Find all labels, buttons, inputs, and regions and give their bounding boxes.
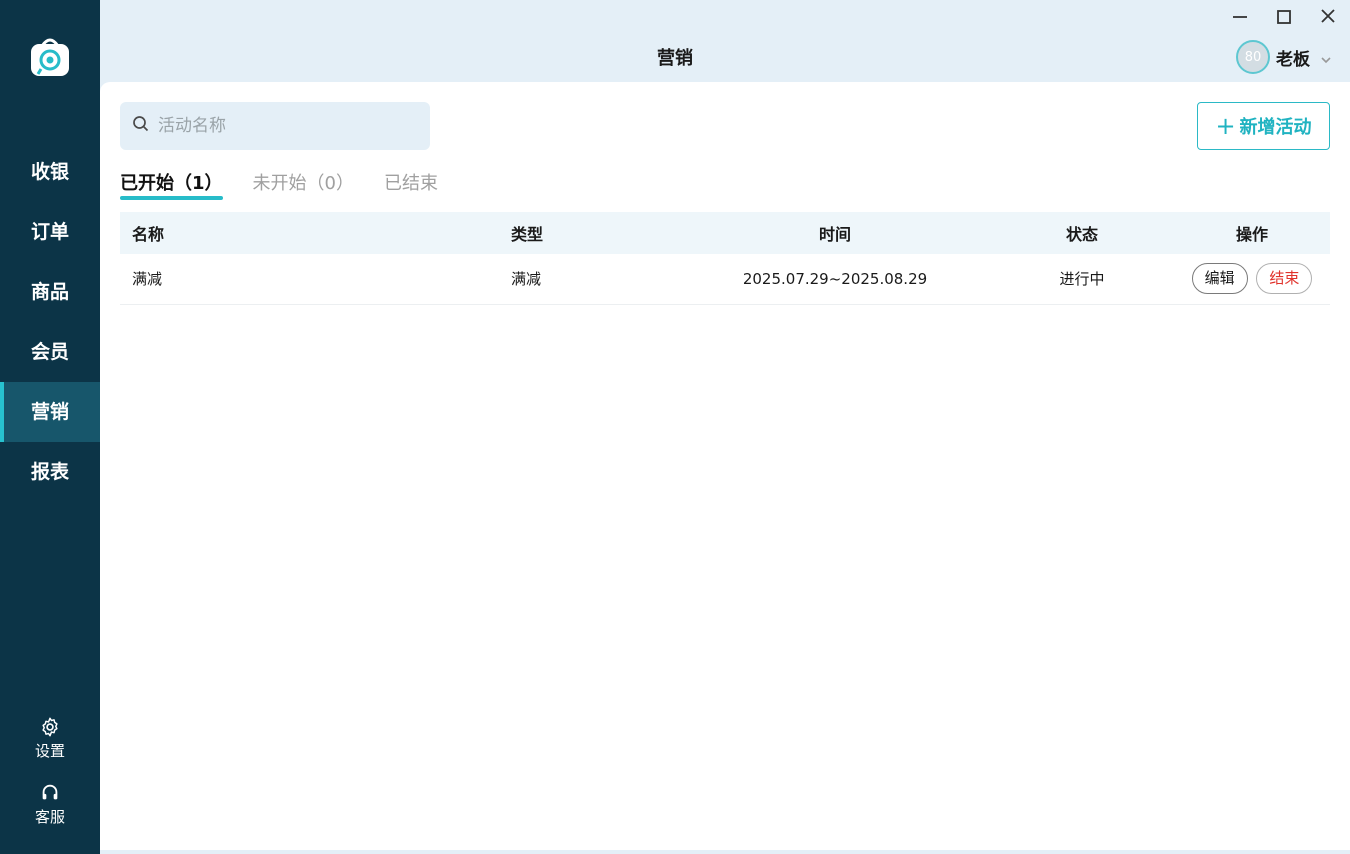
close-window-icon[interactable]: [1316, 6, 1340, 28]
settings-label: 设置: [34, 742, 65, 760]
cell-time: 2025.07.29~2025.08.29: [680, 254, 990, 305]
main-panel: + 新增活动 已开始（1） 未开始（0） 已结束 名称 类型 时间 状态 操作 …: [100, 82, 1350, 850]
app-logo-icon: [29, 36, 71, 78]
cell-name: 满减: [120, 254, 500, 305]
tab-started[interactable]: 已开始（1）: [120, 172, 223, 200]
edit-button[interactable]: 编辑: [1191, 263, 1248, 295]
avatar: 80: [1236, 40, 1270, 74]
column-header-type: 类型: [511, 225, 544, 244]
search-icon: [132, 115, 150, 137]
sidebar-item-cashier[interactable]: 收银: [0, 142, 100, 202]
app-window: 收银 订单 商品 会员 营销 报表 设置 客服 营销 80 老板 活动名称 + …: [0, 0, 1350, 854]
search-box[interactable]: [120, 102, 430, 150]
sidebar-item-members[interactable]: 会员: [0, 322, 100, 382]
sidebar-customer-service[interactable]: 客服: [0, 782, 100, 827]
title-bar: 营销 80 老板: [100, 0, 1350, 82]
headset-icon: [0, 782, 100, 804]
tab-ended[interactable]: 已结束: [384, 172, 438, 200]
sidebar-item-orders[interactable]: 订单: [0, 202, 100, 262]
sidebar: 收银 订单 商品 会员 营销 报表 设置 客服: [0, 0, 100, 854]
sidebar-settings[interactable]: 设置: [0, 716, 100, 761]
service-label: 客服: [34, 808, 65, 826]
table-header-row: 名称 类型 时间 状态 操作: [120, 212, 1330, 254]
gear-icon: [0, 716, 100, 738]
search-input[interactable]: [158, 116, 418, 136]
cell-actions: 编辑 结束: [1174, 254, 1330, 305]
tab-not-started[interactable]: 未开始（0）: [253, 172, 354, 200]
activity-table: 名称 类型 时间 状态 操作 满减 满减 2025.07.29~2025.08.…: [120, 212, 1330, 305]
maximize-window-icon[interactable]: [1272, 6, 1296, 28]
user-menu[interactable]: 80 老板: [1236, 40, 1332, 74]
column-header-name: 名称: [132, 225, 165, 244]
chevron-down-icon: [1320, 51, 1332, 64]
cell-status: 进行中: [990, 254, 1174, 305]
plus-icon: +: [1215, 112, 1236, 140]
page-title: 营销: [657, 48, 693, 69]
sidebar-nav: 收银 订单 商品 会员 营销 报表: [0, 142, 100, 502]
status-tabs: 已开始（1） 未开始（0） 已结束: [120, 172, 468, 202]
user-name: 老板: [1276, 49, 1310, 70]
add-activity-button[interactable]: + 新增活动: [1197, 102, 1330, 150]
column-header-status: 状态: [1065, 225, 1098, 244]
end-button[interactable]: 结束: [1256, 263, 1313, 295]
sidebar-item-products[interactable]: 商品: [0, 262, 100, 322]
minimize-window-icon[interactable]: [1228, 6, 1252, 28]
column-header-time: 时间: [818, 225, 851, 244]
table-row: 满减 满减 2025.07.29~2025.08.29 进行中 编辑 结束: [120, 254, 1330, 305]
column-header-actions: 操作: [1235, 225, 1268, 244]
sidebar-item-marketing[interactable]: 营销: [0, 382, 100, 442]
cell-type: 满减: [500, 254, 680, 305]
sidebar-item-reports[interactable]: 报表: [0, 442, 100, 502]
add-activity-label: 新增活动: [1239, 117, 1312, 138]
